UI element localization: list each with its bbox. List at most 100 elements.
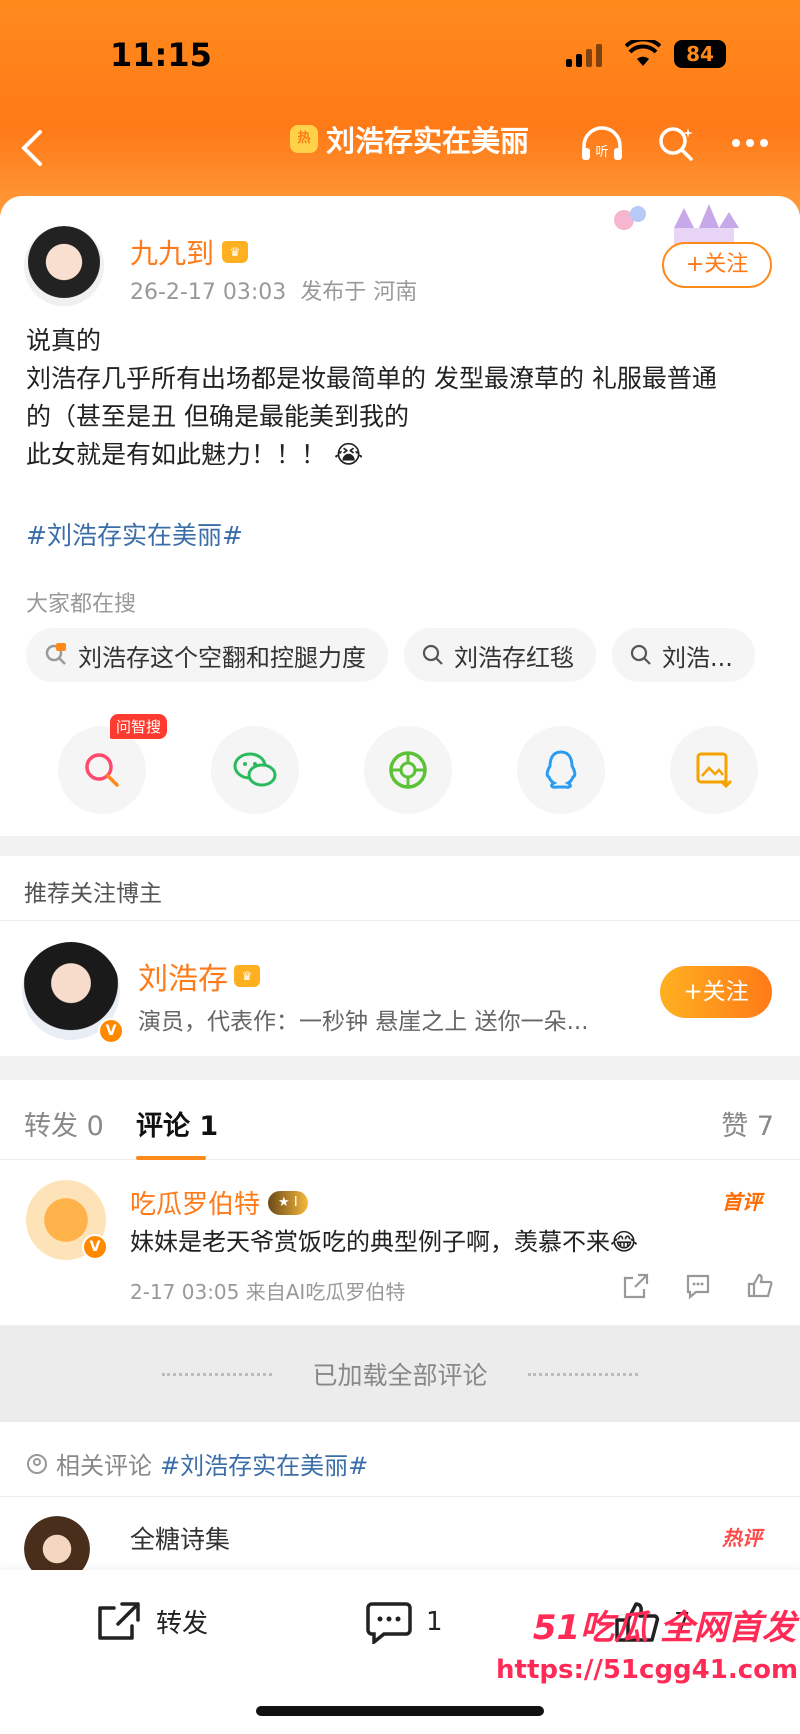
hot-comment-tag: 热评	[722, 1526, 762, 1550]
related-label: 相关评论	[56, 1452, 152, 1480]
tab-comment[interactable]: 评论 1	[136, 1104, 218, 1143]
author-avatar[interactable]	[24, 226, 104, 306]
status-time: 11:15	[110, 36, 212, 74]
qq-icon	[545, 750, 577, 789]
header-bar: 11:15 84 热 刘浩存实在美丽 听	[0, 0, 800, 215]
recommended-blogger-section: 推荐关注博主 V 刘浩存 ♛ 演员，代表作：一秒钟 悬崖之上 送你一朵... +…	[0, 856, 800, 1056]
author-name-text[interactable]: 九九到	[130, 232, 214, 272]
blogger-name[interactable]: 刘浩存 ♛	[138, 954, 260, 998]
active-tab-underline	[136, 1156, 206, 1160]
loaded-text: 已加载全部评论	[312, 1361, 488, 1390]
verified-badge-icon: V	[82, 1234, 108, 1260]
search-chip[interactable]: 刘浩...	[612, 628, 755, 682]
recommend-title: 推荐关注博主	[24, 881, 162, 907]
divider	[0, 920, 800, 921]
comments-section: 转发 0 评论 1 赞 7 V 吃瓜罗伯特 ★ I 首评 妹妹是老天爷赏饭吃的典…	[0, 1080, 800, 1325]
site-watermark: 51吃瓜 全网首发 https://51cgg41.com	[496, 1600, 799, 1685]
wechat-icon	[233, 752, 277, 787]
battery-icon: 84	[674, 40, 726, 68]
post-time: 26-2-17 03:03	[130, 280, 287, 305]
commenter-name-text[interactable]: 吃瓜罗伯特	[130, 1184, 260, 1221]
comment-tabs: 转发 0 评论 1 赞 7	[0, 1080, 800, 1160]
divider	[162, 1372, 273, 1376]
ai-search-icon	[85, 753, 119, 787]
related-hashtag[interactable]: #刘浩存实在美丽#	[160, 1446, 368, 1481]
search-chip-label: 刘浩...	[662, 643, 733, 672]
comment-actions	[622, 1272, 774, 1300]
save-image-icon	[696, 752, 733, 789]
watermark-line1: 51吃瓜 全网首发	[532, 1608, 796, 1648]
more-icon[interactable]	[730, 134, 770, 153]
divider	[527, 1372, 638, 1376]
wechat-share-button[interactable]	[211, 726, 299, 814]
like-icon[interactable]	[746, 1272, 774, 1300]
author-name[interactable]: 九九到 ♛	[130, 232, 249, 272]
crown-icon: ♛	[222, 241, 249, 263]
save-image-button[interactable]	[670, 726, 758, 814]
post-meta: 26-2-17 03:03 发布于 河南	[130, 274, 417, 306]
comment-count: 1	[426, 1607, 443, 1637]
search-chip-label: 刘浩存这个空翻和控腿力度	[78, 643, 366, 672]
page-title: 热 刘浩存实在美丽	[290, 118, 529, 160]
svg-text:听: 听	[595, 145, 608, 160]
back-icon[interactable]	[20, 128, 44, 172]
listen-icon[interactable]: 听	[578, 124, 626, 168]
crown-icon: ♛	[234, 965, 260, 987]
trending-search-chips: 刘浩存这个空翻和控腿力度 刘浩存红毯 刘浩...	[26, 628, 755, 682]
nav-bar: 热 刘浩存实在美丽 听	[0, 110, 800, 180]
search-icon	[630, 644, 651, 665]
search-chip[interactable]: 刘浩存这个空翻和控腿力度	[26, 628, 388, 682]
comment-button[interactable]: 1	[366, 1600, 443, 1644]
watermark-line2: https://51cgg41.com	[496, 1655, 799, 1685]
comment-icon	[366, 1602, 412, 1644]
comment-text: 妹妹是老天爷赏饭吃的典型例子啊，羡慕不来😂	[130, 1228, 639, 1256]
commenter-name[interactable]: 吃瓜罗伯特 ★ I	[130, 1184, 308, 1221]
post-line: 刘浩存几乎所有出场都是妆最简单的 发型最潦草的 礼服最普通	[26, 364, 717, 393]
repost-label: 转发	[156, 1608, 209, 1639]
page-title-text: 刘浩存实在美丽	[326, 124, 530, 158]
ai-search-button[interactable]: 问智搜	[58, 714, 168, 814]
status-bar: 11:15 84	[0, 34, 800, 74]
reply-icon[interactable]	[684, 1272, 712, 1300]
home-indicator[interactable]	[256, 1706, 544, 1716]
related-user-name[interactable]: 全糖诗集	[130, 1520, 230, 1556]
hot-badge-icon: 热	[290, 125, 318, 153]
hot-search-icon	[45, 643, 66, 665]
post-body: 说真的 刘浩存几乎所有出场都是妆最简单的 发型最潦草的 礼服最普通 的（甚至是丑…	[26, 322, 776, 474]
search-chip-label: 刘浩存红毯	[454, 643, 574, 672]
search-icon[interactable]	[656, 124, 696, 168]
share-row: 问智搜	[58, 714, 758, 814]
trending-search-label: 大家都在搜	[26, 592, 137, 617]
post-line: 说真的	[26, 326, 102, 355]
first-comment-tag: 首评	[722, 1190, 762, 1214]
post-hashtag[interactable]: #刘浩存实在美丽#	[26, 516, 243, 552]
blogger-name-text[interactable]: 刘浩存	[138, 954, 228, 998]
level-badge-text: I	[293, 1194, 298, 1210]
post-line: 此女就是有如此魅力！！！ 😭	[26, 440, 364, 469]
moments-share-button[interactable]	[364, 726, 452, 814]
related-header: 相关评论 #刘浩存实在美丽#	[26, 1446, 368, 1481]
comment-meta: 2-17 03:05 来自AI吃瓜罗伯特	[130, 1280, 406, 1304]
follow-button[interactable]: +关注	[662, 242, 772, 288]
post-location: 发布于 河南	[300, 280, 418, 305]
qq-share-button[interactable]	[517, 726, 605, 814]
moments-icon	[389, 751, 427, 789]
share-icon[interactable]	[622, 1272, 650, 1300]
level-badge: ★ I	[268, 1190, 308, 1215]
wifi-icon	[624, 37, 662, 72]
post-card: 九九到 ♛ 26-2-17 03:03 发布于 河南 +关注 说真的 刘浩存几乎…	[0, 196, 800, 836]
location-pin-icon	[27, 1453, 47, 1474]
signal-icon	[566, 44, 602, 67]
ai-search-tag: 问智搜	[110, 714, 168, 739]
repost-button[interactable]: 转发	[96, 1600, 208, 1642]
search-icon	[422, 644, 443, 665]
follow-blogger-button[interactable]: +关注	[660, 966, 772, 1018]
verified-badge-icon: V	[98, 1018, 124, 1044]
tab-repost[interactable]: 转发 0	[24, 1104, 104, 1143]
tab-like[interactable]: 赞 7	[721, 1104, 774, 1143]
search-chip[interactable]: 刘浩存红毯	[404, 628, 596, 682]
all-comments-loaded: 已加载全部评论	[0, 1326, 800, 1422]
blogger-description: 演员，代表作：一秒钟 悬崖之上 送你一朵...	[138, 1009, 589, 1035]
divider	[0, 1496, 800, 1497]
post-line: 的（甚至是丑 但确是最能美到我的	[26, 402, 409, 431]
